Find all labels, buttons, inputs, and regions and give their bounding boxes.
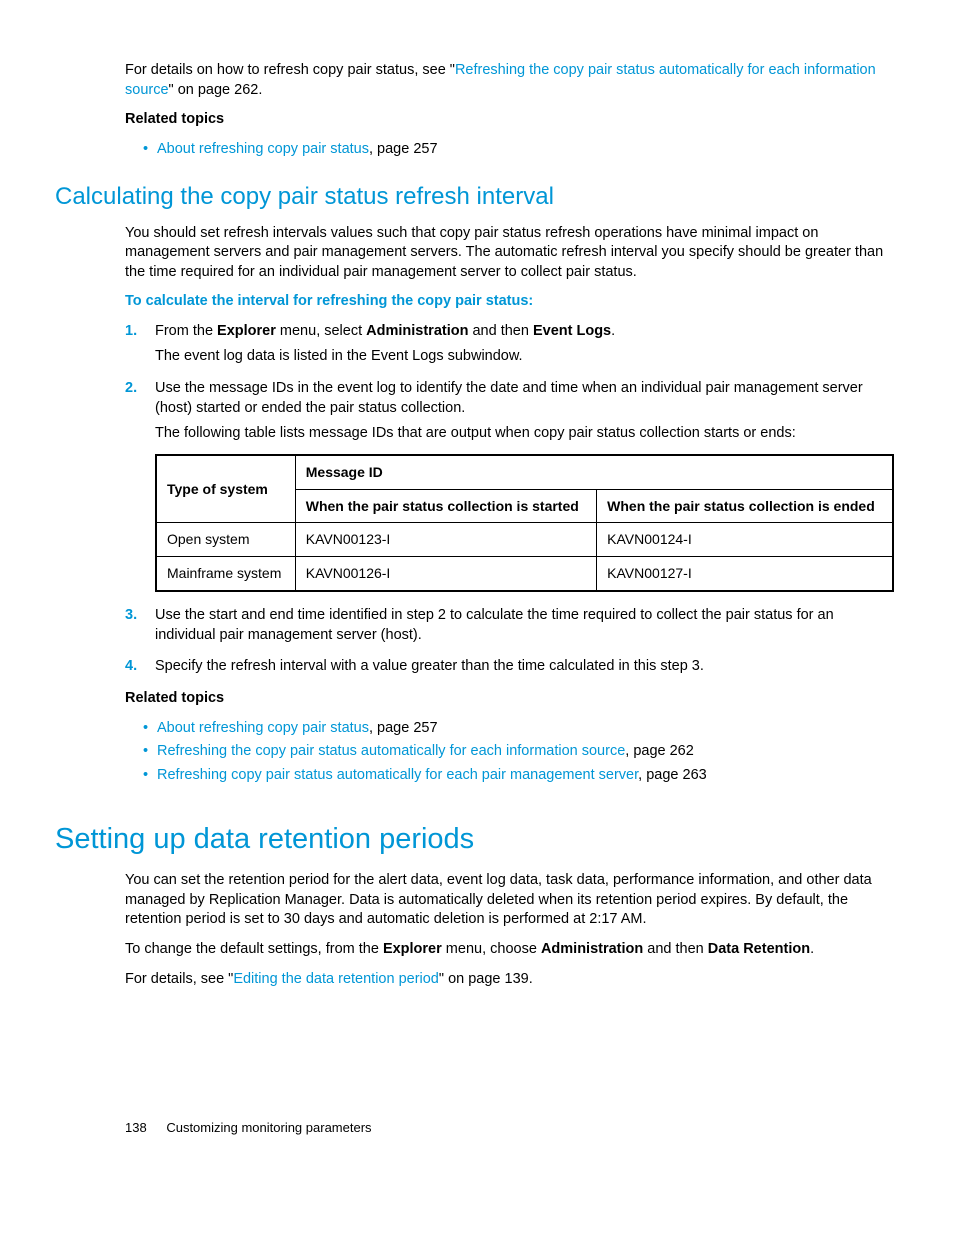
link-refresh-info-source-2[interactable]: Refreshing the copy pair status automati… xyxy=(157,743,625,759)
cell-start: KAVN00123-I xyxy=(295,523,596,557)
intro-paragraph: For details on how to refresh copy pair … xyxy=(125,61,894,100)
retention-para1: You can set the retention period for the… xyxy=(125,871,894,930)
cell-end: KAVN00124-I xyxy=(597,523,893,557)
intro-post: " on page 262. xyxy=(169,82,263,98)
link-about-refreshing-2[interactable]: About refreshing copy pair status xyxy=(157,720,369,736)
page-number: 138 xyxy=(125,1120,147,1135)
step-4: Specify the refresh interval with a valu… xyxy=(125,657,894,677)
related-topics-heading-2: Related topics xyxy=(125,689,894,709)
event-logs-label: Event Logs xyxy=(533,323,611,339)
link-tail: , page 257 xyxy=(369,720,438,736)
table-header-row: Type of system Message ID xyxy=(156,455,893,489)
calc-intro-para: You should set refresh intervals values … xyxy=(125,224,894,283)
related-topics-heading-1: Related topics xyxy=(125,110,894,130)
p2-text: . xyxy=(810,941,814,957)
related-topics-list-2: About refreshing copy pair status, page … xyxy=(125,719,894,786)
p3-post: " on page 139. xyxy=(439,971,533,987)
table-row: Open system KAVN00123-I KAVN00124-I xyxy=(156,523,893,557)
administration-label: Administration xyxy=(366,323,468,339)
link-tail: , page 262 xyxy=(625,743,694,759)
explorer-label-2: Explorer xyxy=(383,941,442,957)
col-type: Type of system xyxy=(156,455,295,523)
step2-sub: The following table lists message IDs th… xyxy=(155,424,894,444)
p2-text: To change the default settings, from the xyxy=(125,941,383,957)
table-row: Mainframe system KAVN00126-I KAVN00127-I xyxy=(156,557,893,591)
chapter-title: Customizing monitoring parameters xyxy=(166,1120,371,1135)
cell-type: Open system xyxy=(156,523,295,557)
p3-pre: For details, see " xyxy=(125,971,233,987)
message-id-table: Type of system Message ID When the pair … xyxy=(155,454,894,593)
retention-para3: For details, see "Editing the data reten… xyxy=(125,970,894,990)
col-end: When the pair status collection is ended xyxy=(597,489,893,523)
p2-text: menu, choose xyxy=(442,941,541,957)
heading-calc-interval: Calculating the copy pair status refresh… xyxy=(55,181,894,213)
col-start: When the pair status collection is start… xyxy=(295,489,596,523)
step2-text: Use the message IDs in the event log to … xyxy=(155,380,863,416)
cell-end: KAVN00127-I xyxy=(597,557,893,591)
list-item: About refreshing copy pair status, page … xyxy=(143,719,894,739)
cell-start: KAVN00126-I xyxy=(295,557,596,591)
step1-sub: The event log data is listed in the Even… xyxy=(155,347,894,367)
data-retention-label: Data Retention xyxy=(708,941,810,957)
related-topics-list-1: About refreshing copy pair status, page … xyxy=(125,140,894,160)
link-about-refreshing[interactable]: About refreshing copy pair status xyxy=(157,141,369,157)
list-item: About refreshing copy pair status, page … xyxy=(143,140,894,160)
col-msgid: Message ID xyxy=(295,455,893,489)
retention-para2: To change the default settings, from the… xyxy=(125,940,894,960)
step-2: Use the message IDs in the event log to … xyxy=(125,379,894,592)
page-footer: 138 Customizing monitoring parameters xyxy=(125,1119,894,1137)
heading-data-retention: Setting up data retention periods xyxy=(55,820,894,859)
administration-label-2: Administration xyxy=(541,941,643,957)
procedure-list: From the Explorer menu, select Administr… xyxy=(125,322,894,677)
link-editing-retention[interactable]: Editing the data retention period xyxy=(233,971,439,987)
step1-text: and then xyxy=(468,323,533,339)
procedure-title: To calculate the interval for refreshing… xyxy=(125,292,894,312)
step1-text: . xyxy=(611,323,615,339)
link-tail: , page 263 xyxy=(638,767,707,783)
step1-text: menu, select xyxy=(276,323,366,339)
step1-text: From the xyxy=(155,323,217,339)
step-1: From the Explorer menu, select Administr… xyxy=(125,322,894,367)
p2-text: and then xyxy=(643,941,708,957)
list-item: Refreshing the copy pair status automati… xyxy=(143,742,894,762)
cell-type: Mainframe system xyxy=(156,557,295,591)
list-item: Refreshing copy pair status automaticall… xyxy=(143,766,894,786)
explorer-label: Explorer xyxy=(217,323,276,339)
link-tail: , page 257 xyxy=(369,141,438,157)
intro-pre: For details on how to refresh copy pair … xyxy=(125,62,455,78)
step-3: Use the start and end time identified in… xyxy=(125,606,894,645)
link-refresh-pair-mgmt[interactable]: Refreshing copy pair status automaticall… xyxy=(157,767,638,783)
